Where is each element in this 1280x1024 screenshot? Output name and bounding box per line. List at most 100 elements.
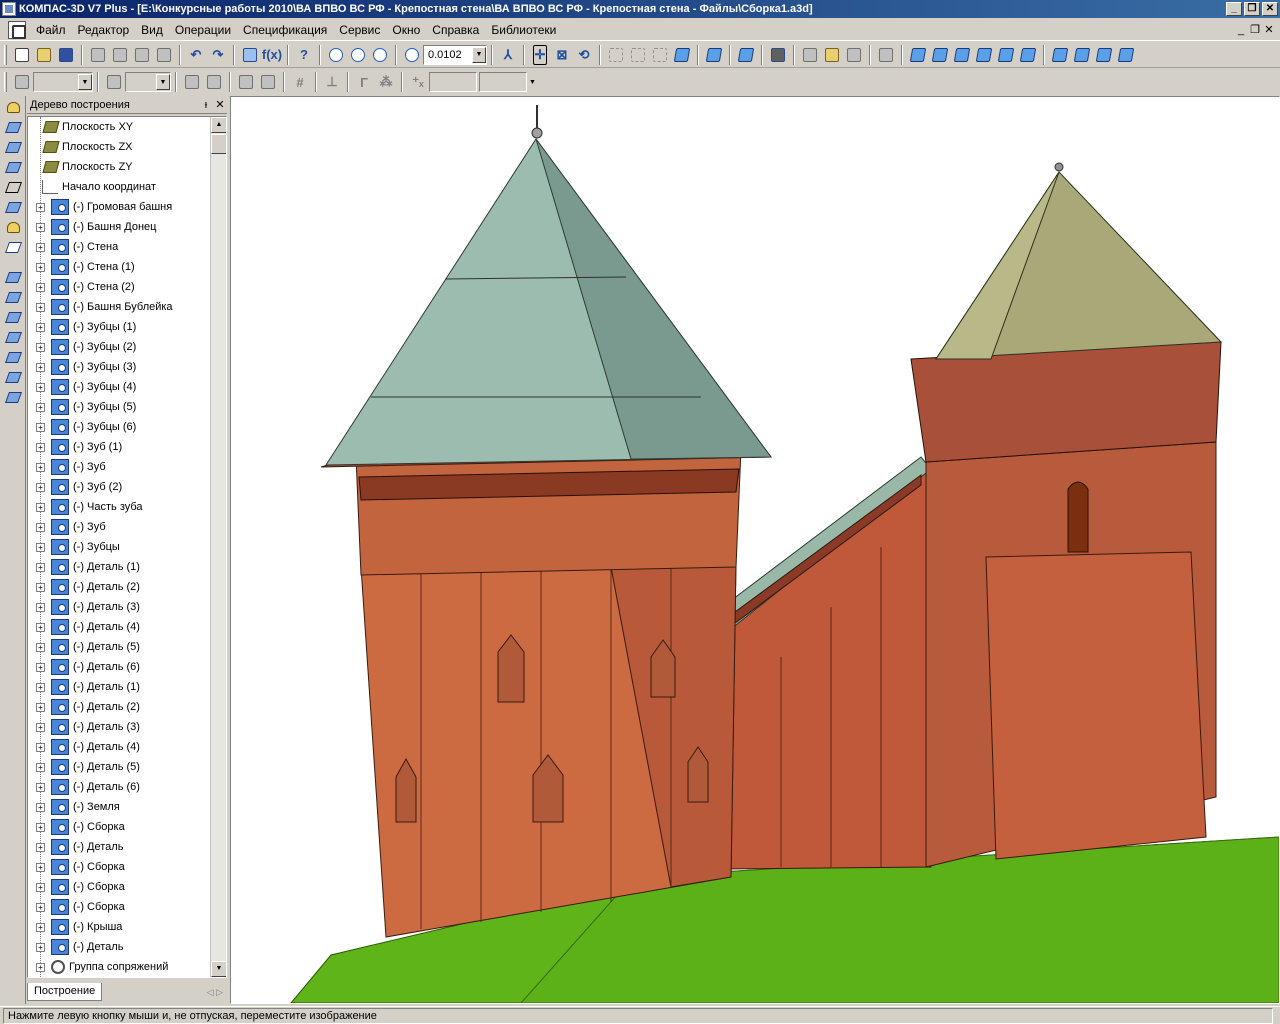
menu-file[interactable]: Файл (30, 23, 72, 37)
open-file-icon[interactable] (33, 44, 55, 66)
scroll-thumb[interactable] (211, 134, 226, 154)
view-iso3-icon[interactable] (1093, 44, 1115, 66)
menu-specification[interactable]: Спецификация (237, 23, 333, 37)
properties-icon[interactable] (821, 44, 843, 66)
expand-icon[interactable]: + (36, 682, 45, 692)
tree-item[interactable]: + (-) Зуб (28, 457, 226, 477)
tree-item[interactable]: Плоскость ZX (28, 137, 226, 157)
snap-icon[interactable] (11, 71, 33, 93)
tree-item[interactable]: + Группа сопряжений (28, 957, 226, 977)
expand-icon[interactable]: + (36, 762, 45, 772)
model-viewport[interactable] (230, 96, 1280, 1004)
expand-icon[interactable]: + (36, 962, 45, 972)
hole-icon[interactable] (2, 368, 24, 386)
calculator-icon[interactable] (239, 44, 261, 66)
expand-icon[interactable]: + (36, 862, 45, 872)
help-pointer-icon[interactable]: ? (293, 44, 315, 66)
tree-item[interactable]: + (-) Крыша (28, 917, 226, 937)
shaded-icon[interactable] (671, 44, 693, 66)
expand-icon[interactable]: + (36, 782, 45, 792)
expand-icon[interactable]: + (36, 482, 45, 492)
cut-icon[interactable] (109, 44, 131, 66)
chevron-down-icon[interactable]: ▼ (472, 46, 486, 63)
expand-icon[interactable]: + (36, 622, 45, 632)
tree-item[interactable]: + (-) Сборка (28, 897, 226, 917)
zoom-out-icon[interactable] (369, 44, 391, 66)
view-right-icon[interactable] (1017, 44, 1039, 66)
expand-icon[interactable]: + (36, 362, 45, 372)
style-combo[interactable]: ▼ (33, 72, 93, 92)
layer-combo[interactable]: ▼ (125, 72, 171, 92)
tree-item[interactable]: Начало координат (28, 177, 226, 197)
doc-restore-button[interactable]: ❐ (1248, 23, 1262, 37)
expand-icon[interactable]: + (36, 882, 45, 892)
expand-icon[interactable]: + (36, 282, 45, 292)
sketch-mode-icon[interactable] (2, 178, 24, 196)
expand-icon[interactable]: + (36, 302, 45, 312)
plane-tool-icon[interactable] (2, 268, 24, 286)
expand-icon[interactable]: + (36, 902, 45, 912)
zoom-window-icon[interactable] (347, 44, 369, 66)
expand-icon[interactable]: + (36, 222, 45, 232)
expand-icon[interactable]: + (36, 942, 45, 952)
view-back-icon[interactable] (929, 44, 951, 66)
expand-icon[interactable]: + (36, 562, 45, 572)
menu-libraries[interactable]: Библиотеки (485, 23, 562, 37)
sketch-icon[interactable] (181, 71, 203, 93)
expand-icon[interactable]: + (36, 922, 45, 932)
menu-service[interactable]: Сервис (333, 23, 386, 37)
tree-item[interactable]: + (-) Зубцы (1) (28, 317, 226, 337)
tree-item[interactable]: + (-) Деталь (1) (28, 677, 226, 697)
tree-item[interactable]: + (-) Земля (28, 797, 226, 817)
menu-window[interactable]: Окно (386, 23, 426, 37)
view-iso2-icon[interactable] (1071, 44, 1093, 66)
tree-item[interactable]: + (-) Деталь (3) (28, 717, 226, 737)
axis-tool-icon[interactable] (2, 288, 24, 306)
expand-icon[interactable]: + (36, 202, 45, 212)
flag-icon[interactable] (875, 44, 897, 66)
display-options-icon[interactable] (843, 44, 865, 66)
layer-icon[interactable] (103, 71, 125, 93)
tree-item[interactable]: + (-) Деталь (2) (28, 697, 226, 717)
tree-item[interactable]: + (-) Стена (1) (28, 257, 226, 277)
minimize-button[interactable]: _ (1226, 2, 1242, 16)
perspective-icon[interactable] (735, 44, 757, 66)
tree-item[interactable]: + (-) Деталь (4) (28, 737, 226, 757)
tree-item[interactable]: + (-) Стена (28, 237, 226, 257)
tree-item[interactable]: + (-) Зубцы (2) (28, 337, 226, 357)
transform-icon[interactable] (235, 71, 257, 93)
tree-item[interactable]: + (-) Деталь (6) (28, 657, 226, 677)
expand-icon[interactable]: + (36, 242, 45, 252)
expand-icon[interactable]: + (36, 662, 45, 672)
tree-item[interactable]: + (-) Сборка (28, 877, 226, 897)
expand-icon[interactable]: + (36, 822, 45, 832)
tree-item[interactable]: + (-) Деталь (6) (28, 777, 226, 797)
view-left-icon[interactable] (995, 44, 1017, 66)
save-icon[interactable] (55, 44, 77, 66)
expand-icon[interactable]: + (36, 742, 45, 752)
expand-icon[interactable]: + (36, 802, 45, 812)
maximize-button[interactable]: ❐ (1244, 2, 1260, 16)
orientation-icon[interactable]: ⅄ (497, 44, 519, 66)
expand-icon[interactable]: + (36, 702, 45, 712)
thin-hidden-icon[interactable] (649, 44, 671, 66)
offset-plane-icon[interactable] (2, 308, 24, 326)
zoom-scale-icon[interactable] (401, 44, 423, 66)
document-icon[interactable] (8, 20, 26, 39)
fit-all-icon[interactable]: ⊠ (551, 44, 573, 66)
tree-item[interactable]: + (-) Деталь (1) (28, 557, 226, 577)
tree-item[interactable]: + (-) Зубцы (6) (28, 417, 226, 437)
menu-editor[interactable]: Редактор (72, 23, 136, 37)
dimension-icon[interactable] (2, 198, 24, 216)
sketch-edit-icon[interactable] (203, 71, 225, 93)
copy-icon[interactable] (131, 44, 153, 66)
tab-nav[interactable]: ◁ ▷ (207, 987, 223, 998)
snap-points-icon[interactable]: ⁂ (375, 71, 397, 93)
extrude-icon[interactable] (2, 328, 24, 346)
spec-icon[interactable] (2, 238, 24, 256)
tree-item[interactable]: + (-) Деталь (4) (28, 617, 226, 637)
tab-construction[interactable]: Построение (27, 983, 103, 1001)
tree-item[interactable]: + (-) Деталь (5) (28, 757, 226, 777)
coord-x-field[interactable] (429, 72, 477, 92)
tree-item[interactable]: + (-) Сборка (28, 817, 226, 837)
